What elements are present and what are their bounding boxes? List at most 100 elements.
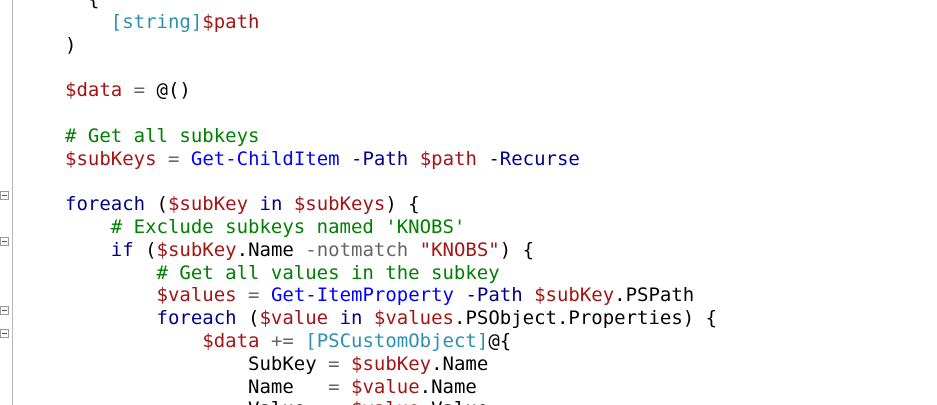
code-token: # Get all values in the subkey: [156, 261, 500, 284]
code-token: $path: [202, 10, 260, 33]
code-token: $value: [351, 398, 420, 405]
code-token: ) {: [499, 238, 535, 261]
code-token: =: [133, 79, 146, 102]
code-token: [string]: [110, 10, 203, 33]
collapse-if-icon[interactable]: [0, 237, 9, 246]
code-token: -Path: [465, 284, 523, 307]
code-token: if: [110, 238, 134, 261]
code-token: Get-ItemProperty: [270, 284, 454, 307]
code-token: .PSPath: [614, 284, 695, 307]
code-token: SubKey: [65, 352, 329, 375]
code-token: $value: [259, 307, 329, 330]
code-token: [PSCustomObject]: [305, 329, 489, 352]
code-token: .Name: [431, 352, 489, 375]
code-line: $data += [PSCustomObject]@{: [65, 330, 717, 353]
code-token: =: [248, 284, 260, 307]
code-line: [string]$path: [65, 11, 717, 34]
code-token: .Name: [236, 238, 306, 261]
code-editor[interactable]: { [string]$path) $data = @() # Get all s…: [0, 0, 937, 405]
code-token: "KNOBS": [419, 238, 500, 261]
code-token: @{: [488, 329, 512, 352]
code-token: Get-ChildItem: [190, 147, 340, 170]
code-token: $subKeys: [65, 147, 157, 170]
code-token: Value: [65, 398, 328, 405]
code-token: =: [328, 398, 339, 405]
code-token: .PSObject.Properties) {: [454, 307, 718, 330]
code-line: # Exclude subkeys named 'KNOBS': [65, 216, 717, 239]
code-line: $subKeys = Get-ChildItem -Path $path -Re…: [65, 148, 717, 171]
code-line: $data = @(): [65, 79, 717, 102]
code-line: Name = $value.Name: [65, 376, 717, 399]
code-token: $subKeys: [293, 193, 386, 216]
code-token: ) {: [385, 193, 420, 216]
code-token: .Name: [419, 375, 477, 398]
code-token: -notmatch: [305, 238, 409, 261]
code-token: # Get all subkeys: [65, 124, 260, 147]
code-token: @(): [145, 79, 191, 102]
code-text-area[interactable]: { [string]$path) $data = @() # Get all s…: [65, 0, 717, 405]
code-token: $value: [351, 375, 420, 398]
code-token: in: [259, 193, 283, 216]
code-line: foreach ($subKey in $subKeys) {: [65, 193, 717, 216]
code-token: {: [65, 0, 99, 10]
code-line: ): [65, 34, 717, 57]
code-token: =: [167, 147, 180, 170]
code-token: ): [65, 33, 77, 56]
code-token: $data: [202, 329, 260, 352]
code-token: +=: [270, 329, 294, 352]
code-token: $subKey: [534, 284, 615, 307]
code-token: foreach: [65, 193, 146, 216]
collapse-foreach-icon[interactable]: [0, 191, 9, 200]
code-token: =: [328, 375, 340, 398]
code-token: Name: [65, 375, 329, 398]
code-token: =: [328, 352, 340, 375]
code-token: foreach: [156, 307, 237, 330]
code-line: Value = $value.Value: [65, 398, 717, 405]
code-token: $subKey: [156, 238, 237, 261]
code-line: # Get all values in the subkey: [65, 262, 717, 285]
code-token: (: [236, 307, 260, 330]
code-line: $values = Get-ItemProperty -Path $subKey…: [65, 284, 717, 307]
code-token: .Value: [420, 398, 489, 405]
code-line: foreach ($value in $values.PSObject.Prop…: [65, 307, 718, 330]
code-token: $subKey: [167, 193, 249, 216]
code-token: (: [145, 193, 168, 216]
code-line: SubKey = $subKey.Name: [65, 353, 717, 376]
code-line: if ($subKey.Name -notmatch "KNOBS") {: [65, 239, 717, 262]
code-token: -Path: [351, 147, 409, 170]
code-token: # Exclude subkeys named 'KNOBS': [110, 215, 466, 238]
code-token: $data: [65, 79, 123, 102]
code-line: # Get all subkeys: [65, 125, 717, 148]
collapse-inner-foreach-icon[interactable]: [0, 306, 9, 315]
collapse-hashtable-icon[interactable]: [0, 329, 9, 338]
code-token: $values: [156, 284, 237, 307]
code-token: in: [339, 307, 363, 330]
